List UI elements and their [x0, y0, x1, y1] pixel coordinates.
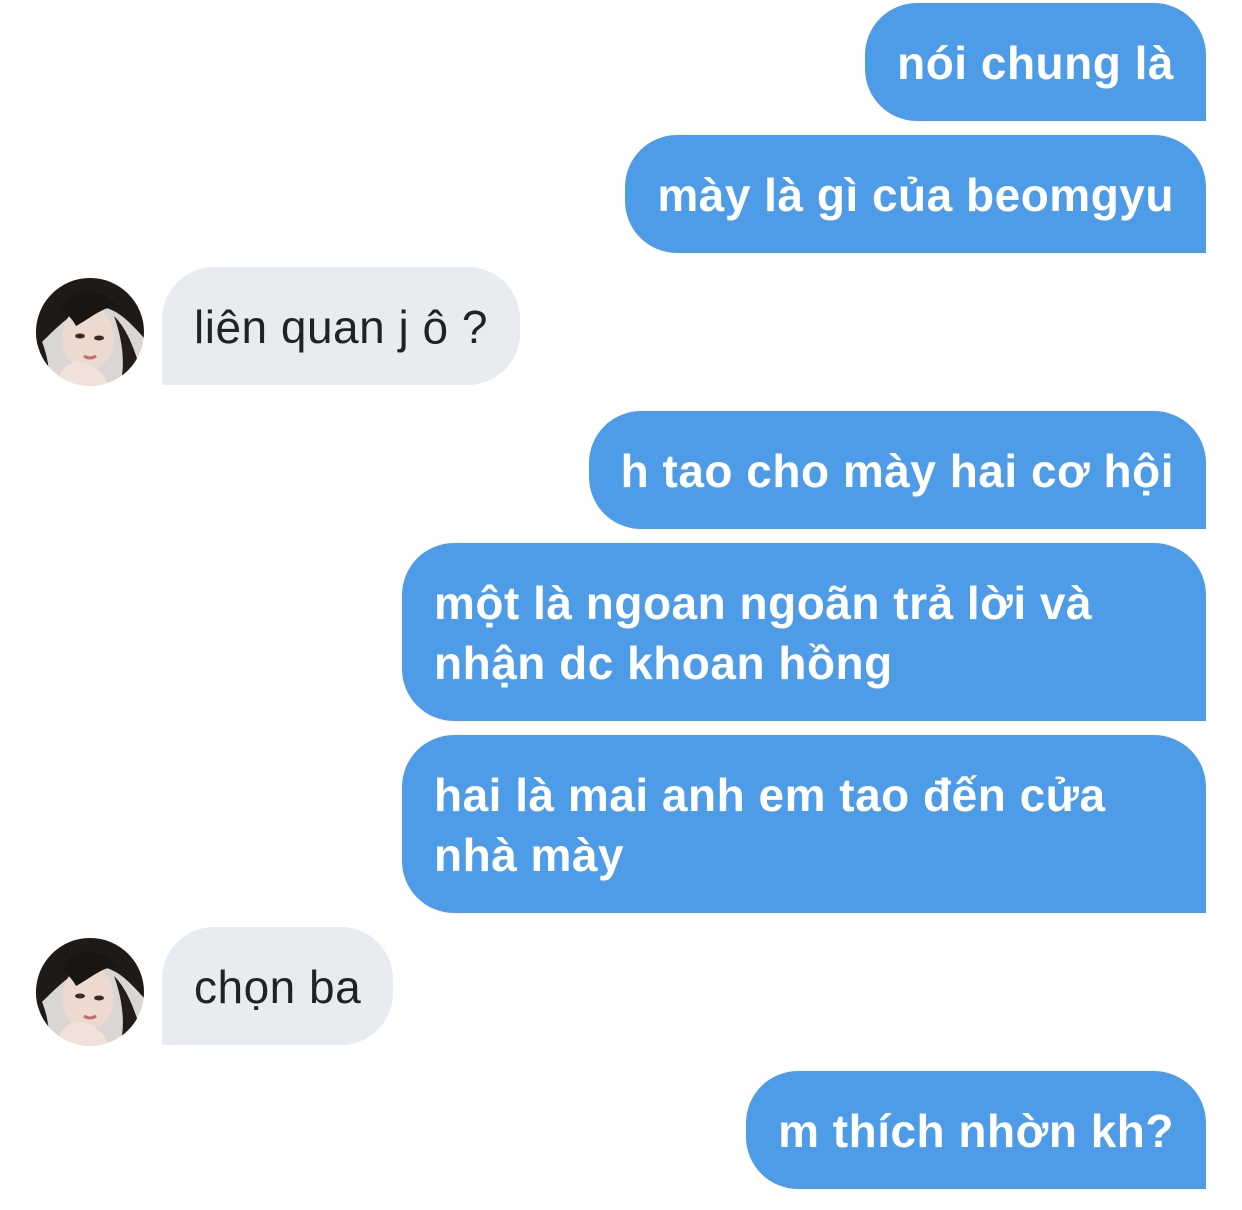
sent-message-bubble[interactable]: một là ngoan ngoãn trả lời và nhận dc kh… [402, 543, 1206, 721]
received-message-bubble[interactable]: liên quan j ô ? [162, 267, 520, 385]
sent-message-bubble[interactable]: h tao cho mày hai cơ hội [588, 411, 1206, 529]
received-message-bubble[interactable]: chọn ba [162, 927, 394, 1045]
sent-message-bubble[interactable]: hai là mai anh em tao đến cửa nhà mày [402, 735, 1206, 913]
sent-message-bubble[interactable]: mày là gì của beomgyu [625, 135, 1206, 253]
contact-avatar[interactable] [36, 938, 144, 1046]
sent-message-bubble[interactable]: nói chung là [865, 3, 1206, 121]
sent-message-bubble[interactable]: m thích nhờn kh? [746, 1071, 1206, 1189]
contact-avatar[interactable] [36, 278, 144, 386]
